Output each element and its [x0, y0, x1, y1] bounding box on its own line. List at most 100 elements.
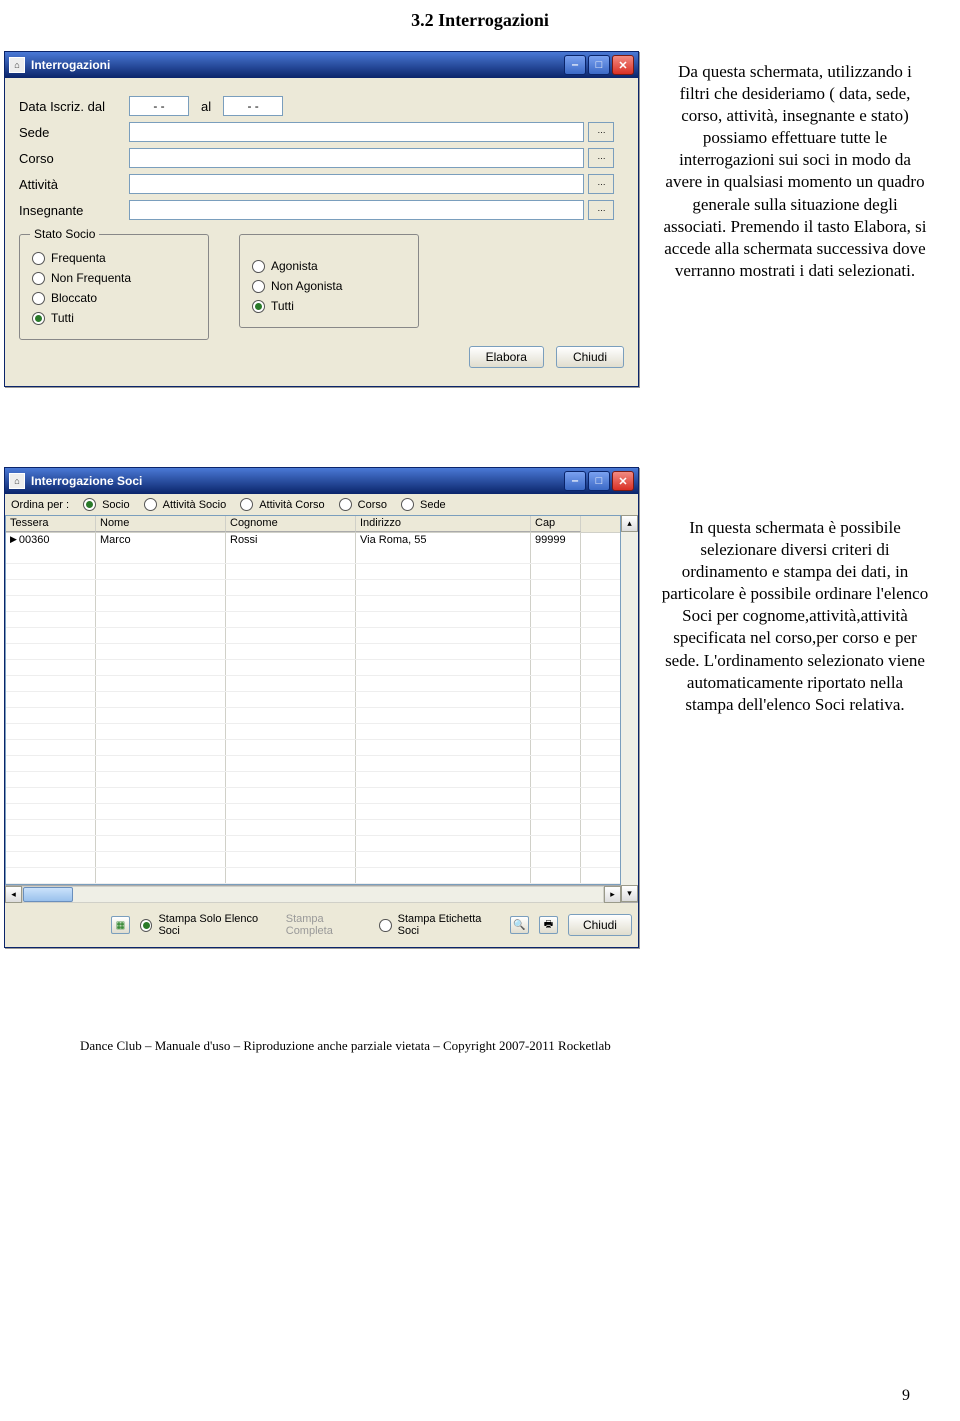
col-nome[interactable]: Nome: [96, 516, 226, 532]
scroll-thumb[interactable]: [23, 887, 73, 902]
close-button[interactable]: ✕: [612, 471, 634, 491]
description-interrogazioni: Da questa schermata, utilizzando i filtr…: [655, 51, 935, 292]
table-row[interactable]: [6, 868, 620, 884]
table-row[interactable]: [6, 628, 620, 644]
col-indirizzo[interactable]: Indirizzo: [356, 516, 531, 532]
radio-label: Non Agonista: [271, 279, 342, 293]
radio-tutti-stato[interactable]: Tutti: [32, 311, 196, 325]
horizontal-scrollbar[interactable]: ◂ ▸: [5, 885, 621, 902]
table-row[interactable]: [6, 692, 620, 708]
input-data-to[interactable]: [223, 96, 283, 116]
radio-non-frequenta[interactable]: Non Frequenta: [32, 271, 196, 285]
cell-nome: Marco: [96, 533, 226, 548]
table-row[interactable]: [6, 596, 620, 612]
radio-label: Agonista: [271, 259, 318, 273]
export-excel-icon[interactable]: ▦: [111, 916, 130, 934]
table-row[interactable]: [6, 756, 620, 772]
vertical-scrollbar[interactable]: ▴ ▾: [621, 515, 638, 902]
radio-non-agonista[interactable]: Non Agonista: [252, 279, 406, 293]
col-tessera[interactable]: Tessera: [6, 516, 96, 532]
elabora-button[interactable]: Elabora: [469, 346, 544, 368]
group-tipo-socio: Agonista Non Agonista Tutti: [239, 234, 419, 328]
radio-label: Attività Corso: [259, 499, 324, 511]
lookup-corso-button[interactable]: ⋯: [588, 148, 614, 168]
lookup-attivita-button[interactable]: ⋯: [588, 174, 614, 194]
radio-bloccato[interactable]: Bloccato: [32, 291, 196, 305]
table-row[interactable]: [6, 676, 620, 692]
radio-label: Corso: [358, 499, 387, 511]
ordina-attivita-corso[interactable]: Attività Corso: [240, 498, 324, 511]
table-row[interactable]: [6, 644, 620, 660]
input-attivita[interactable]: [129, 174, 584, 194]
lookup-insegnante-button[interactable]: ⋯: [588, 200, 614, 220]
table-row[interactable]: [6, 580, 620, 596]
maximize-button[interactable]: □: [588, 55, 610, 75]
print-icon[interactable]: 🖶: [539, 916, 558, 934]
radio-label: Tutti: [271, 299, 294, 313]
ordina-attivita-socio[interactable]: Attività Socio: [144, 498, 227, 511]
print-preview-icon[interactable]: 🔍: [510, 916, 529, 934]
minimize-button[interactable]: ‒: [564, 55, 586, 75]
titlebar[interactable]: ⌂ Interrogazioni ‒ □ ✕: [5, 52, 638, 78]
chiudi-button[interactable]: Chiudi: [568, 914, 632, 936]
input-corso[interactable]: [129, 148, 584, 168]
table-row[interactable]: [6, 564, 620, 580]
table-row[interactable]: [6, 548, 620, 564]
close-button[interactable]: ✕: [612, 55, 634, 75]
cell-indirizzo: Via Roma, 55: [356, 533, 531, 548]
label-attivita: Attività: [19, 177, 129, 192]
table-row[interactable]: [6, 724, 620, 740]
scroll-left-icon[interactable]: ◂: [5, 886, 22, 903]
ordina-socio[interactable]: Socio: [83, 498, 130, 511]
maximize-button[interactable]: □: [588, 471, 610, 491]
page-footer: Dance Club – Manuale d'uso – Riproduzion…: [80, 1038, 960, 1054]
scroll-down-icon[interactable]: ▾: [621, 885, 638, 902]
input-insegnante[interactable]: [129, 200, 584, 220]
radio-stampa-etichetta[interactable]: Stampa Etichetta Soci: [379, 913, 500, 937]
label-corso: Corso: [19, 151, 129, 166]
table-row[interactable]: [6, 708, 620, 724]
label-al: al: [201, 99, 211, 114]
ordina-toolbar: Ordina per : Socio Attività Socio Attivi…: [5, 494, 638, 515]
window-title: Interrogazioni: [31, 58, 562, 72]
table-row[interactable]: ▶00360 Marco Rossi Via Roma, 55 99999: [6, 533, 620, 548]
col-cognome[interactable]: Cognome: [226, 516, 356, 532]
group-legend-stato: Stato Socio: [30, 227, 99, 241]
radio-agonista[interactable]: Agonista: [252, 259, 406, 273]
radio-label: Non Frequenta: [51, 271, 131, 285]
table-row[interactable]: [6, 612, 620, 628]
table-row[interactable]: [6, 836, 620, 852]
scroll-right-icon[interactable]: ▸: [604, 886, 621, 903]
chiudi-button[interactable]: Chiudi: [556, 346, 624, 368]
table-row[interactable]: [6, 852, 620, 868]
section-heading: 3.2 Interrogazioni: [0, 10, 960, 31]
table-row[interactable]: [6, 820, 620, 836]
table-row[interactable]: [6, 772, 620, 788]
scroll-up-icon[interactable]: ▴: [621, 515, 638, 532]
label-insegnante: Insegnante: [19, 203, 129, 218]
col-cap[interactable]: Cap: [531, 516, 581, 532]
lookup-sede-button[interactable]: ⋯: [588, 122, 614, 142]
ordina-label: Ordina per :: [11, 499, 69, 511]
app-icon: ⌂: [9, 57, 25, 73]
cell-cognome: Rossi: [226, 533, 356, 548]
empty-rows: [6, 548, 620, 884]
minimize-button[interactable]: ‒: [564, 471, 586, 491]
ordina-sede[interactable]: Sede: [401, 498, 446, 511]
row-marker-icon: ▶: [10, 534, 17, 547]
label-data-iscriz: Data Iscriz. dal: [19, 99, 129, 114]
input-sede[interactable]: [129, 122, 584, 142]
soci-table: Tessera Nome Cognome Indirizzo Cap ▶0036…: [5, 515, 621, 885]
stampa-completa-disabled: Stampa Completa: [286, 913, 369, 937]
titlebar[interactable]: ⌂ Interrogazione Soci ‒ □ ✕: [5, 468, 638, 494]
table-row[interactable]: [6, 804, 620, 820]
radio-frequenta[interactable]: Frequenta: [32, 251, 196, 265]
table-row[interactable]: [6, 740, 620, 756]
radio-stampa-elenco[interactable]: Stampa Solo Elenco Soci: [140, 913, 276, 937]
radio-tutti-tipo[interactable]: Tutti: [252, 299, 406, 313]
window-interrogazioni: ⌂ Interrogazioni ‒ □ ✕ Data Iscriz. dal …: [4, 51, 639, 387]
table-row[interactable]: [6, 660, 620, 676]
ordina-corso[interactable]: Corso: [339, 498, 387, 511]
table-row[interactable]: [6, 788, 620, 804]
input-data-from[interactable]: [129, 96, 189, 116]
